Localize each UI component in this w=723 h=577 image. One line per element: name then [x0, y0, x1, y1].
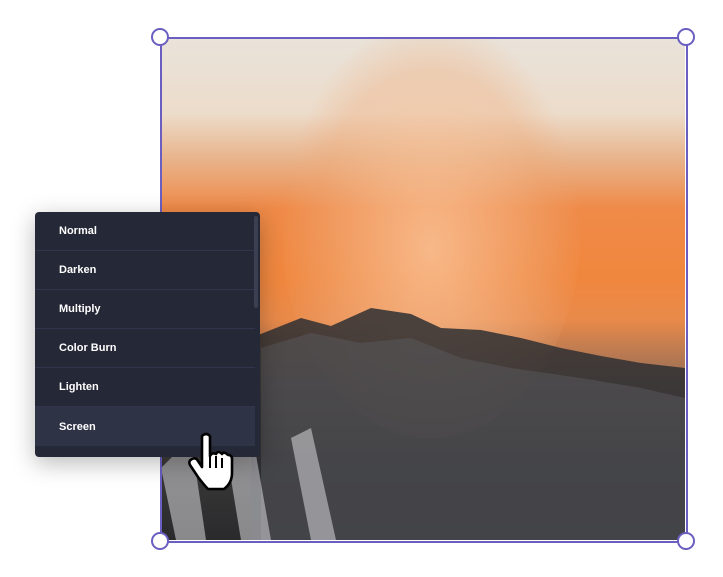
menu-item-color-burn[interactable]: Color Burn: [35, 329, 255, 368]
hand-pointer-icon: [188, 432, 234, 491]
menu-item-normal[interactable]: Normal: [35, 212, 255, 251]
blend-mode-menu: Normal Darken Multiply Color Burn Lighte…: [35, 212, 260, 457]
resize-handle-top-left[interactable]: [151, 28, 169, 46]
resize-handle-bottom-left[interactable]: [151, 532, 169, 550]
menu-item-darken[interactable]: Darken: [35, 251, 255, 290]
menu-item-multiply[interactable]: Multiply: [35, 290, 255, 329]
resize-handle-bottom-right[interactable]: [677, 532, 695, 550]
menu-scrollbar[interactable]: [254, 216, 258, 308]
resize-handle-top-right[interactable]: [677, 28, 695, 46]
menu-item-lighten[interactable]: Lighten: [35, 368, 255, 407]
